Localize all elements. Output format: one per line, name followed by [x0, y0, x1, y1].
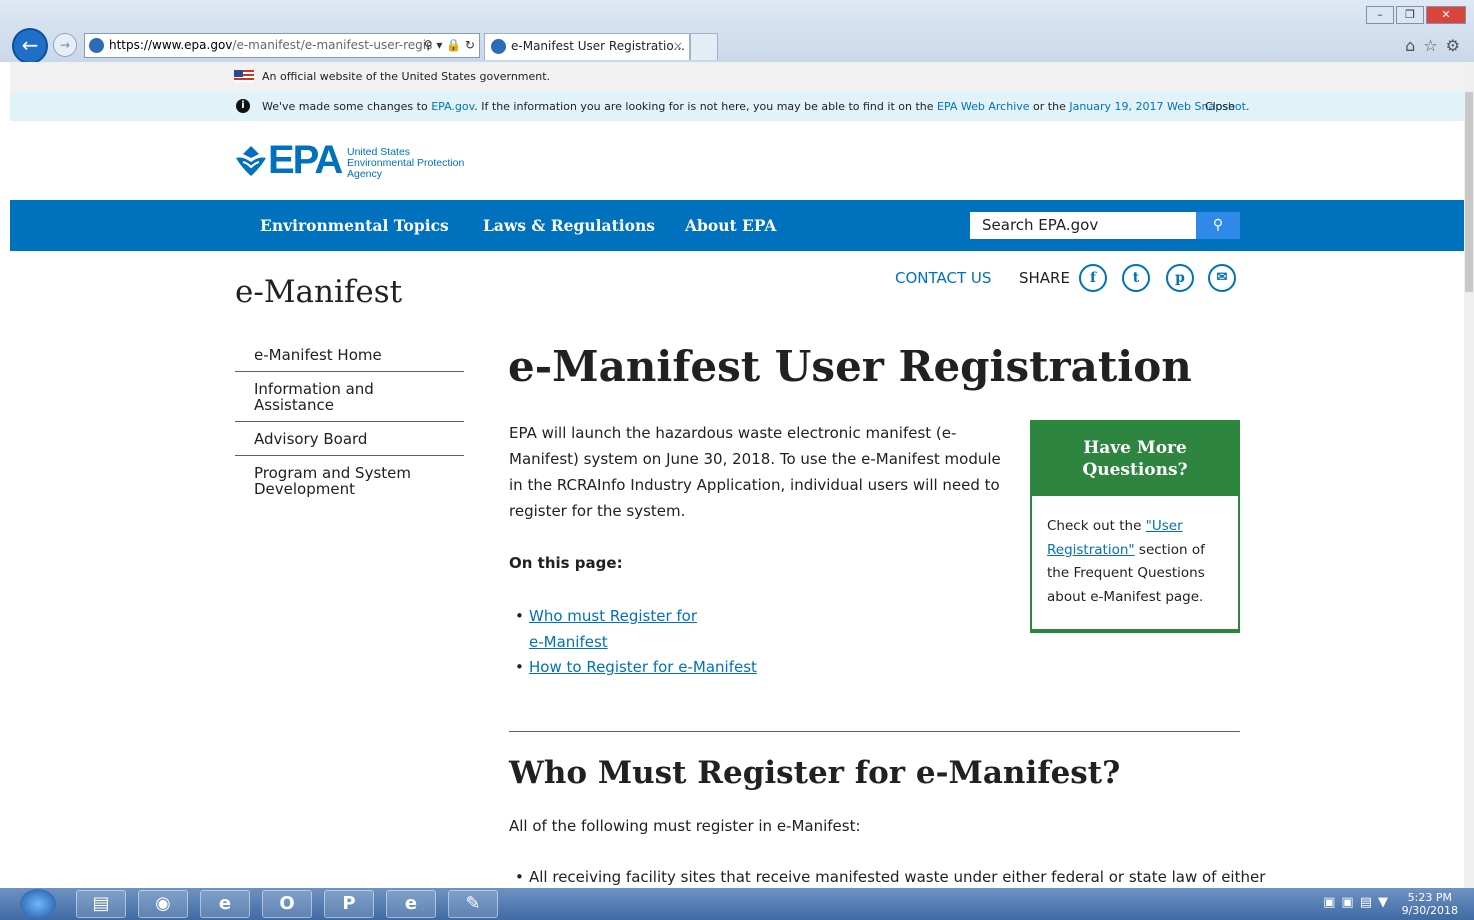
address-tools-icon[interactable]: ⚲ ▾ 🔒 ↻ — [424, 34, 475, 57]
paint-icon[interactable]: ✎ — [448, 890, 498, 918]
search-button[interactable]: ⚲ — [1196, 212, 1240, 239]
epa-flower-icon — [236, 146, 266, 176]
toc-link-how-to-register[interactable]: How to Register for e-Manifest — [529, 658, 757, 676]
back-button[interactable]: ← — [12, 28, 48, 64]
site-title: e-Manifest — [235, 274, 403, 310]
restore-button[interactable]: ❐ — [1396, 6, 1424, 24]
nav-about-epa[interactable]: About EPA — [685, 216, 776, 235]
main-nav: Environmental Topics Laws & Regulations … — [10, 200, 1464, 251]
taskbar: ▤ ◉ e O P e ✎ ▣▣▤▼ 5:23 PM 9/30/2018 — [0, 888, 1474, 920]
minimize-button[interactable]: – — [1366, 6, 1394, 24]
section-divider — [509, 731, 1240, 732]
internet-explorer-active-icon[interactable]: e — [386, 890, 436, 918]
taskbar-clock[interactable]: 5:23 PM 9/30/2018 — [1402, 891, 1458, 917]
section-heading: Who Must Register for e-Manifest? — [509, 755, 1121, 791]
page-scrollbar[interactable] — [1464, 62, 1474, 888]
twitter-icon[interactable]: t — [1122, 264, 1150, 292]
search-icon: ⚲ — [1212, 217, 1224, 233]
list-item: How to Register for e-Manifest — [515, 655, 757, 681]
system-tray-icons[interactable]: ▣▣▤▼ — [1323, 895, 1394, 910]
contact-us-link[interactable]: CONTACT US — [895, 269, 991, 287]
browser-chrome: ← → https://www.epa.gov/e-manifest/e-man… — [0, 0, 1474, 64]
questions-box: Have More Questions? Check out the "User… — [1030, 420, 1240, 633]
share-label: SHARE — [1019, 269, 1070, 287]
questions-box-text: Check out the "User Registration" sectio… — [1047, 518, 1205, 605]
internet-explorer-icon[interactable]: e — [200, 890, 250, 918]
gov-banner-text: An official website of the United States… — [262, 70, 551, 83]
list-item: All receiving facility sites that receiv… — [515, 868, 1265, 886]
address-url: https://www.epa.gov/e-manifest/e-manifes… — [109, 38, 433, 52]
notice-link-epa[interactable]: EPA.gov — [431, 100, 474, 113]
section-intro: All of the following must register in e-… — [509, 817, 861, 835]
powerpoint-icon[interactable]: P — [324, 890, 374, 918]
address-bar[interactable]: https://www.epa.gov/e-manifest/e-manifes… — [84, 33, 480, 58]
window-close-button[interactable]: ✕ — [1426, 6, 1466, 24]
notice-text: We've made some changes to EPA.gov. If t… — [262, 100, 1250, 113]
side-nav: e-Manifest Home Information and Assistan… — [235, 338, 464, 505]
site-favicon-icon — [89, 38, 104, 53]
table-of-contents: Who must Register for e-Manifest How to … — [515, 604, 757, 681]
scrollbar-thumb[interactable] — [1465, 92, 1473, 292]
us-flag-icon — [234, 70, 254, 82]
notice-link-web-archive[interactable]: EPA Web Archive — [937, 100, 1030, 113]
tab-favicon-icon — [491, 39, 506, 54]
toc-link-who-must-register[interactable]: Who must Register for e-Manifest — [529, 607, 697, 651]
intro-paragraph: EPA will launch the hazardous waste elec… — [509, 424, 1001, 520]
nav-environmental-topics[interactable]: Environmental Topics — [260, 216, 449, 235]
pinterest-icon[interactable]: p — [1166, 264, 1194, 292]
search-input[interactable]: Search EPA.gov — [970, 212, 1196, 239]
sidenav-item-home[interactable]: e-Manifest Home — [235, 338, 464, 372]
start-button[interactable] — [20, 889, 56, 919]
tab-close-icon[interactable]: × — [673, 34, 683, 59]
outlook-icon[interactable]: O — [262, 890, 312, 918]
gov-banner: An official website of the United States… — [10, 62, 1464, 91]
browser-tab[interactable]: e-Manifest User Registratio... × — [484, 33, 690, 60]
list-item: Who must Register for e-Manifest — [515, 604, 709, 655]
facebook-icon[interactable]: f — [1079, 264, 1107, 292]
sidenav-item-information[interactable]: Information and Assistance — [235, 372, 464, 422]
sidenav-item-advisory-board[interactable]: Advisory Board — [235, 422, 464, 456]
questions-box-title: Have More Questions? — [1032, 422, 1238, 496]
epa-wordmark: EPA — [268, 138, 343, 182]
info-icon: i — [236, 99, 250, 113]
file-explorer-icon[interactable]: ▤ — [76, 890, 126, 918]
email-icon[interactable]: ✉ — [1208, 264, 1236, 292]
window-controls: – ❐ ✕ — [1364, 6, 1466, 24]
sidenav-item-program-development[interactable]: Program and System Development — [235, 456, 464, 505]
on-this-page-heading: On this page: — [509, 554, 623, 572]
new-tab-button[interactable] — [690, 33, 718, 60]
notice-close-button[interactable]: Close — [1205, 100, 1235, 113]
page-title: e-Manifest User Registration — [508, 342, 1192, 391]
home-favorites-settings-icon[interactable]: ⌂☆⚙ — [1405, 36, 1468, 55]
chrome-icon[interactable]: ◉ — [138, 890, 188, 918]
tab-title: e-Manifest User Registratio... — [511, 39, 685, 53]
nav-laws-regulations[interactable]: Laws & Regulations — [483, 216, 655, 235]
site-notice: i We've made some changes to EPA.gov. If… — [10, 91, 1464, 121]
forward-button[interactable]: → — [53, 33, 77, 57]
web-page: An official website of the United States… — [10, 62, 1464, 888]
agency-name: United States Environmental Protection A… — [347, 146, 465, 180]
